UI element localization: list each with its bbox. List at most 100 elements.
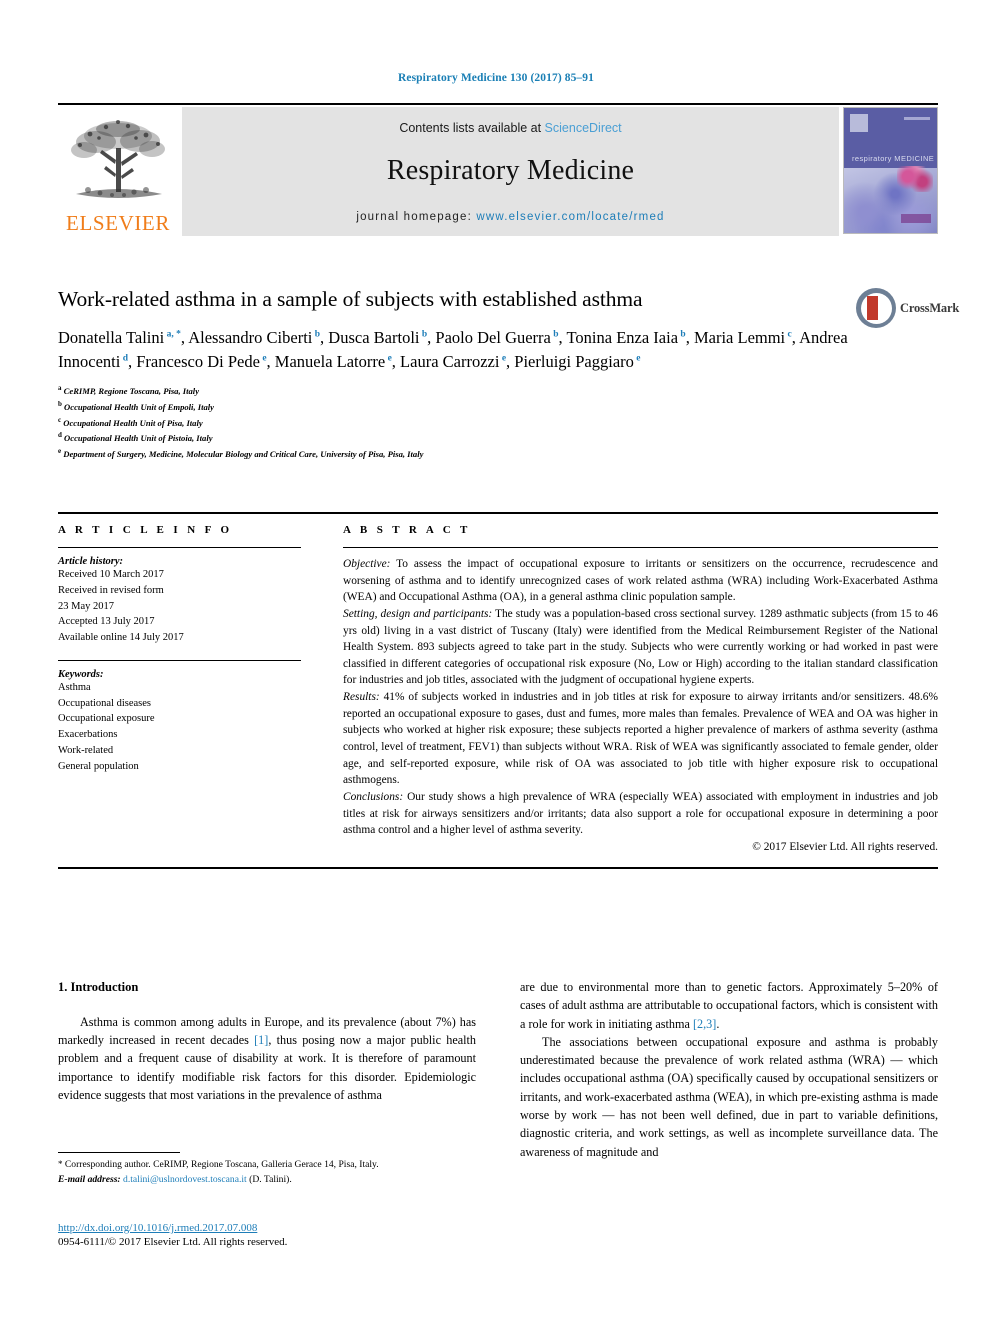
masthead-center: Contents lists available at ScienceDirec… <box>182 107 839 236</box>
article-page: Respiratory Medicine 130 (2017) 85–91 EL… <box>0 0 992 1323</box>
author-name: Donatella Talini <box>58 328 165 348</box>
author-affiliation-mark: b <box>550 329 559 340</box>
sciencedirect-link[interactable]: ScienceDirect <box>545 121 622 135</box>
abstract-section: Setting, design and participants: The st… <box>343 606 938 689</box>
crossmark-badge[interactable]: CrossMark <box>856 284 959 332</box>
homepage-label: journal homepage: <box>356 211 472 223</box>
abstract-section-label: Results: <box>343 691 380 704</box>
cover-badge <box>901 214 931 223</box>
abstract-body: Objective: To assess the impact of occup… <box>343 556 938 839</box>
journal-masthead: ELSEVIER Contents lists available at Sci… <box>58 103 938 236</box>
crossmark-icon <box>856 288 896 328</box>
abstract-section-text: To assess the impact of occupational exp… <box>343 558 938 604</box>
author-affiliation-mark: b <box>419 329 428 340</box>
info-abstract-block: A R T I C L E I N F O Article history: R… <box>58 512 938 869</box>
affiliation-item: b Occupational Health Unit of Empoli, It… <box>58 399 214 412</box>
abstract-section-text: Our study shows a high prevalence of WRA… <box>343 790 938 837</box>
journal-homepage: journal homepage: www.elsevier.com/locat… <box>356 211 664 223</box>
author-affiliation-mark: a, * <box>164 329 181 340</box>
author-affiliation-mark: c <box>785 329 792 340</box>
title-block: CrossMark Work-related asthma in a sampl… <box>58 284 959 462</box>
author-name: Maria Lemmi <box>693 328 786 348</box>
abstract-section-label: Conclusions: <box>343 790 404 803</box>
article-history-line: Accepted 13 July 2017 <box>58 616 155 628</box>
article-history-title: Article history: <box>58 556 124 567</box>
abstract-rule <box>343 547 938 548</box>
keywords-title: Keywords: <box>58 668 104 680</box>
abstract-section: Objective: To assess the impact of occup… <box>343 556 938 606</box>
abstract-section-label: Setting, design and participants: <box>343 607 493 620</box>
author-affiliation-mark: b <box>312 329 321 340</box>
affiliation-list: a CeRIMP, Regione Toscana, Pisa, Italy b … <box>58 383 938 462</box>
author-name: Paolo Del Guerra <box>435 328 551 348</box>
keyword-item: Exacerbations <box>58 729 118 740</box>
author-name: Pierluigi Paggiaro <box>514 352 634 372</box>
keyword-item: General population <box>58 760 139 772</box>
keyword-item: Asthma <box>58 681 91 693</box>
intro-paragraph-right-1: are due to environmental more than to ge… <box>520 978 938 1033</box>
journal-title: Respiratory Medicine <box>386 155 635 186</box>
intro-paragraph-right-2: The associations between occupational ex… <box>520 1034 938 1159</box>
author-affiliation-mark: d <box>120 353 128 364</box>
email-note: E-mail address: d.talini@uslnordovest.to… <box>58 1173 476 1188</box>
cover-journal-name: respiratory MEDICINE <box>852 154 935 163</box>
contents-line: Contents lists available at ScienceDirec… <box>399 121 621 135</box>
running-head: Respiratory Medicine 130 (2017) 85–91 <box>398 72 594 84</box>
footnote-block: * Corresponding author. CeRIMP, Regione … <box>58 1152 476 1187</box>
author-name: Francesco Di Pede <box>136 352 260 372</box>
citation-ref-1[interactable]: [1] <box>254 1033 268 1047</box>
affiliation-item: c Occupational Health Unit of Pisa, Ital… <box>58 415 203 428</box>
block-top-rule <box>58 512 938 514</box>
page-title: Work-related asthma in a sample of subje… <box>58 287 643 311</box>
issn-copyright-line: 0954-6111/© 2017 Elsevier Ltd. All right… <box>58 1236 288 1248</box>
abstract-column: A B S T R A C T Objective: To assess the… <box>343 524 938 853</box>
abstract-copyright: © 2017 Elsevier Ltd. All rights reserved… <box>752 840 938 853</box>
keywords-block: Keywords: Asthma Occupational diseases Occ… <box>58 659 301 775</box>
keywords-rule <box>58 659 301 661</box>
article-info-heading: A R T I C L E I N F O <box>58 524 233 536</box>
abstract-section: Results: 41% of subjects worked in indus… <box>343 689 938 789</box>
email-suffix: (D. Talini). <box>246 1173 292 1185</box>
journal-cover-thumbnail: respiratory MEDICINE <box>843 107 938 234</box>
cover-stain-art <box>897 166 933 192</box>
author-name: Alessandro Ciberti <box>188 328 313 348</box>
article-info-rule <box>58 547 301 548</box>
author-affiliation-mark: e <box>385 353 392 364</box>
body-column-left: 1. Introduction Asthma is common among a… <box>58 978 476 1161</box>
keywords-lines: Asthma Occupational diseases Occupational … <box>58 680 301 775</box>
author-name: Tonina Enza Iaia <box>566 328 679 348</box>
article-history-lines: Received 10 March 2017 Received in revise… <box>58 567 301 646</box>
keyword-item: Occupational exposure <box>58 713 155 725</box>
affiliation-item: a CeRIMP, Regione Toscana, Pisa, Italy <box>58 384 200 396</box>
citation-ref-2-3[interactable]: [2,3] <box>693 1017 716 1031</box>
journal-cover-image: respiratory MEDICINE <box>843 107 938 234</box>
author-name: Laura Carrozzi <box>400 352 500 372</box>
elsevier-tree-icon <box>71 120 165 198</box>
abstract-section: Conclusions: Our study shows a high prev… <box>343 789 938 839</box>
introduction-heading: 1. Introduction <box>58 980 139 994</box>
doi-block: http://dx.doi.org/10.1016/j.rmed.2017.07… <box>58 1222 558 1248</box>
intro-right-text-1: are due to environmental more than to ge… <box>520 980 938 1031</box>
body-columns: 1. Introduction Asthma is common among a… <box>58 978 938 1161</box>
email-label: E-mail address: <box>58 1173 121 1185</box>
abstract-heading: A B S T R A C T <box>343 524 471 536</box>
doi-link[interactable]: http://dx.doi.org/10.1016/j.rmed.2017.07… <box>58 1222 558 1234</box>
abstract-section-text: 41% of subjects worked in industries and… <box>343 691 938 787</box>
affiliation-item: d Occupational Health Unit of Pistoia, I… <box>58 431 213 444</box>
footnote-rule <box>58 1152 180 1153</box>
cover-publisher-logo-icon <box>850 114 868 132</box>
author-list: Donatella Talini a, *, Alessandro Cibert… <box>58 328 848 372</box>
email-link[interactable]: d.talini@uslnordovest.toscana.it <box>123 1174 247 1185</box>
body-column-right: are due to environmental more than to ge… <box>520 978 938 1161</box>
homepage-url-link[interactable]: www.elsevier.com/locate/rmed <box>476 211 664 223</box>
author-name: Dusca Bartoli <box>328 328 420 348</box>
elsevier-wordmark: ELSEVIER <box>66 211 170 235</box>
crossmark-label: CrossMark <box>900 300 960 315</box>
article-history-line: Received in revised form <box>58 584 164 596</box>
elsevier-logo: ELSEVIER <box>58 107 178 236</box>
intro-paragraph-left: Asthma is common among adults in Europe,… <box>58 1013 476 1104</box>
corresponding-author-text: Corresponding author. CeRIMP, Regione To… <box>62 1159 379 1170</box>
affiliation-item: e Department of Surgery, Medicine, Molec… <box>58 447 424 460</box>
abstract-section-label: Objective: <box>343 558 391 570</box>
article-history-line: 23 May 2017 <box>58 600 114 612</box>
